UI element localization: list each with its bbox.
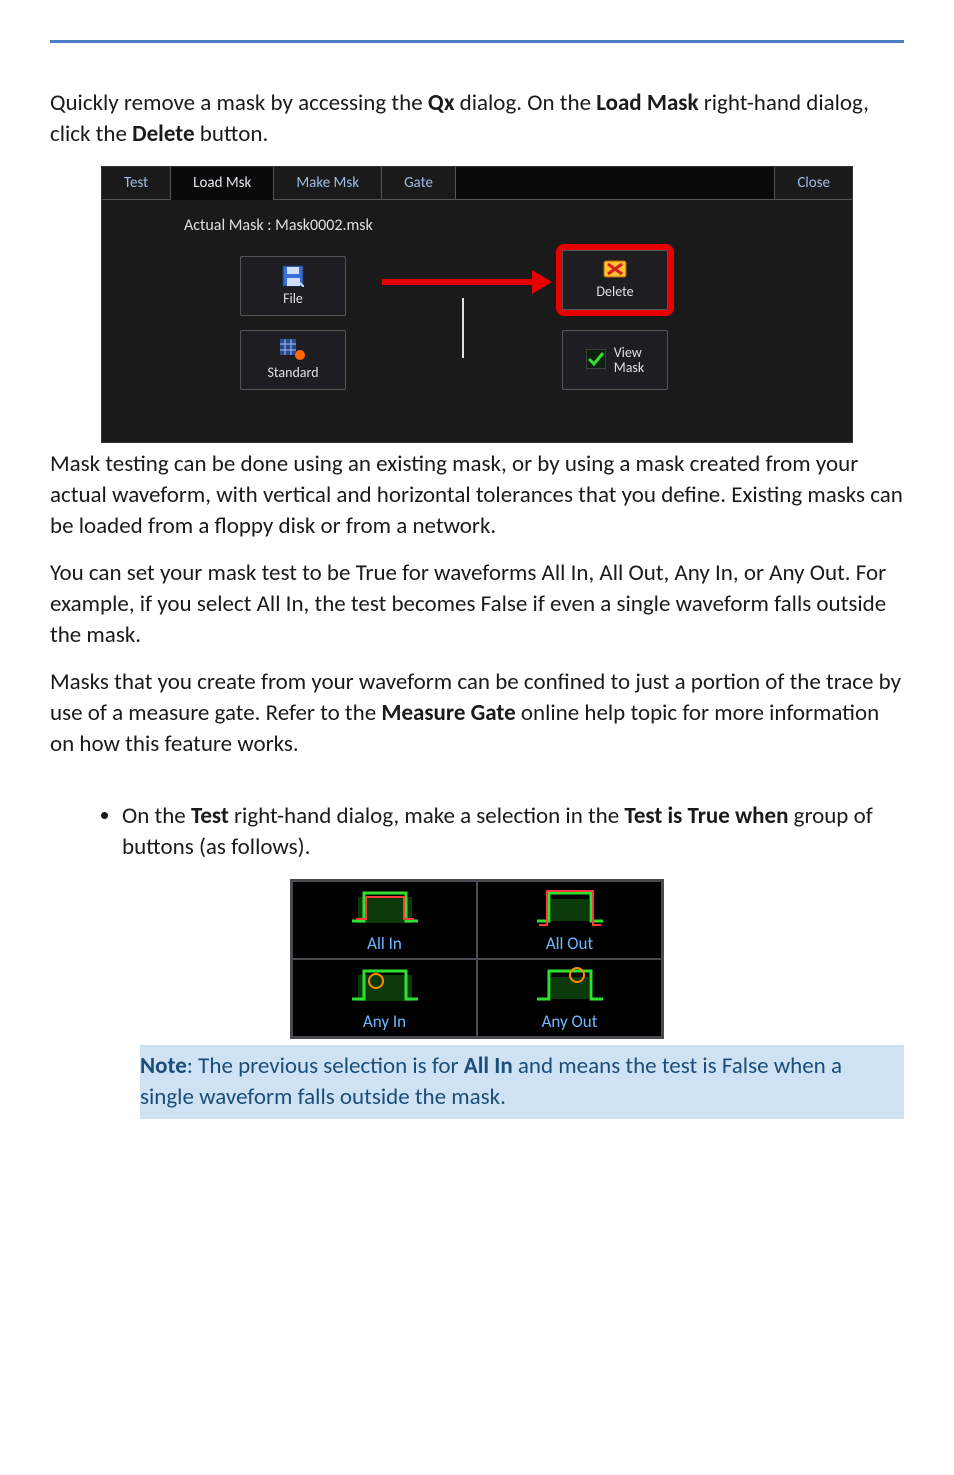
test-bold: Test xyxy=(191,802,229,830)
tab-test[interactable]: Test xyxy=(102,167,171,200)
file-button[interactable]: File xyxy=(240,256,346,316)
option-all-out[interactable]: All Out xyxy=(477,881,662,959)
callout-arrow xyxy=(382,274,552,288)
loadmask-bold: Load Mask xyxy=(596,89,698,117)
floppy-icon xyxy=(282,265,304,287)
option-all-in-label: All In xyxy=(367,933,402,954)
delete-button[interactable]: Delete xyxy=(562,250,668,310)
delete-bold: Delete xyxy=(132,120,194,148)
text: button. xyxy=(195,120,269,148)
dialog-tabbar: Test Load Msk Make Msk Gate Close xyxy=(102,167,852,200)
any-out-icon xyxy=(535,967,605,1007)
paragraph-3: You can set your mask test to be True fo… xyxy=(50,558,904,651)
view-mask-button[interactable]: View Mask xyxy=(562,330,668,390)
intro-paragraph: Quickly remove a mask by accessing the Q… xyxy=(50,88,904,150)
standard-button-label: Standard xyxy=(267,364,318,381)
test-true-options-screenshot: All In All Out Any In Any Out xyxy=(290,879,664,1039)
option-any-in-label: Any In xyxy=(363,1011,406,1032)
delete-icon xyxy=(603,260,627,280)
note-bold: Note xyxy=(140,1052,187,1080)
all-in-icon xyxy=(350,889,420,929)
option-all-in[interactable]: All In xyxy=(292,881,477,959)
checkbox-icon xyxy=(586,349,606,369)
paragraph-2: Mask testing can be done using an existi… xyxy=(50,449,904,542)
paragraph-4: Masks that you create from your waveform… xyxy=(50,667,904,760)
tab-gate[interactable]: Gate xyxy=(382,167,456,200)
tab-make-msk[interactable]: Make Msk xyxy=(274,167,382,200)
standard-button[interactable]: Standard xyxy=(240,330,346,390)
note-box: Note: The previous selection is for All … xyxy=(140,1045,904,1119)
actual-mask-label: Actual Mask : Mask0002.msk xyxy=(184,216,834,235)
loadmask-dialog-screenshot: Test Load Msk Make Msk Gate Close Actual… xyxy=(101,166,853,443)
text: right-hand dialog, make a selection in t… xyxy=(229,802,625,830)
list-item: On the Test right-hand dialog, make a se… xyxy=(122,801,904,863)
file-button-label: File xyxy=(283,290,303,307)
all-in-bold: All In xyxy=(464,1052,513,1080)
qx-bold: Qx xyxy=(428,89,455,117)
any-in-icon xyxy=(350,967,420,1007)
tab-spacer xyxy=(456,167,774,200)
test-is-true-bold: Test is True when xyxy=(624,802,788,830)
dialog-panel: Actual Mask : Mask0002.msk File Standard xyxy=(102,200,852,442)
instruction-list: On the Test right-hand dialog, make a se… xyxy=(90,801,904,863)
option-any-out[interactable]: Any Out xyxy=(477,959,662,1037)
text: On the xyxy=(122,802,191,830)
measure-gate-bold: Measure Gate xyxy=(381,699,515,727)
decorative-line xyxy=(462,298,464,358)
option-any-in[interactable]: Any In xyxy=(292,959,477,1037)
top-divider xyxy=(50,40,904,43)
grid-icon xyxy=(280,339,306,361)
view-mask-label-1: View xyxy=(614,345,645,360)
option-any-out-label: Any Out xyxy=(542,1011,598,1032)
text: : The previous selection is for xyxy=(187,1052,464,1080)
tab-load-msk[interactable]: Load Msk xyxy=(171,167,274,200)
text: Quickly remove a mask by accessing the xyxy=(50,89,428,117)
delete-button-label: Delete xyxy=(596,283,633,300)
all-out-icon xyxy=(535,889,605,929)
option-all-out-label: All Out xyxy=(546,933,593,954)
text: dialog. On the xyxy=(454,89,596,117)
view-mask-label-2: Mask xyxy=(614,360,645,375)
tab-close[interactable]: Close xyxy=(774,167,852,200)
